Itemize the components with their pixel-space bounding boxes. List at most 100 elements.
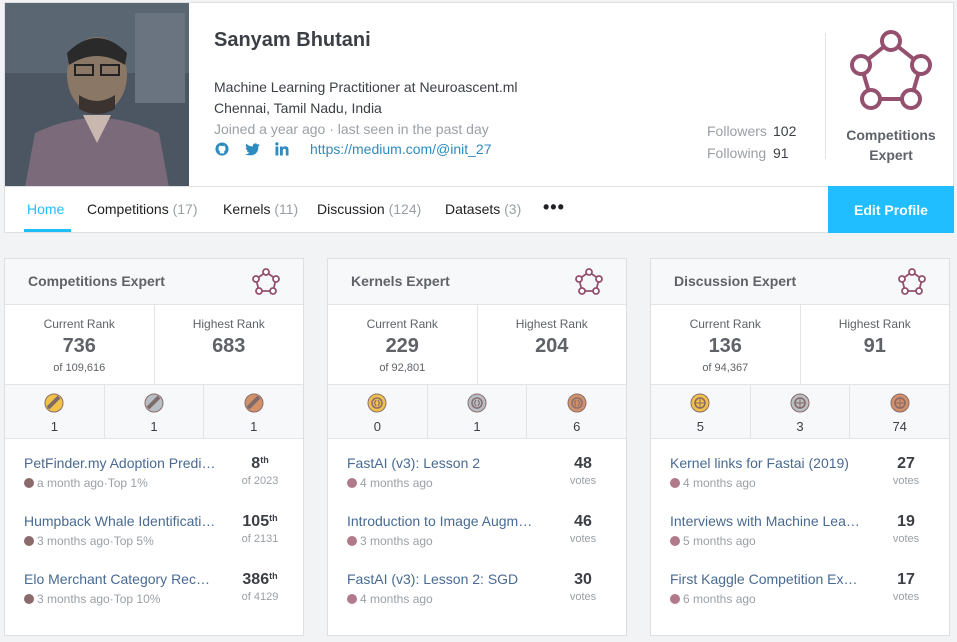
entry-title-link[interactable]: Kernel links for Fastai (2019) (670, 455, 862, 471)
entry-title-link[interactable]: Introduction to Image Augmentation (347, 513, 539, 529)
entry-stat: 30 votes (558, 571, 608, 603)
entry-stat: 48 votes (558, 455, 608, 487)
card-title[interactable]: Competitions Expert (28, 273, 165, 289)
entry-stat: 46 votes (558, 513, 608, 545)
rank-stats: Current Rank 736 of 109,616 Highest Rank… (5, 305, 303, 385)
edit-profile-button[interactable]: Edit Profile (828, 186, 954, 233)
entry-stat-suffix: th (269, 571, 278, 581)
tab-home[interactable]: Home (27, 201, 64, 217)
entry-meta: 5 months ago (670, 534, 756, 548)
linkedin-icon[interactable] (274, 141, 290, 157)
tier-icon (574, 267, 604, 302)
current-rank-value: 229 (385, 335, 419, 357)
github-icon[interactable] (214, 141, 230, 157)
entry-stat-label: of 4129 (241, 591, 279, 603)
list-item: First Kaggle Competition Experience 6 mo… (670, 555, 931, 613)
entry-meta-text: 3 months ago·Top 10% (37, 592, 161, 606)
card-title[interactable]: Kernels Expert (351, 273, 450, 289)
list-item: Humpback Whale Identification 3 months a… (24, 497, 285, 555)
entry-stat-number: 46 (574, 513, 592, 530)
silver-medal-icon (428, 393, 527, 418)
entry-title-link[interactable]: First Kaggle Competition Experience (670, 571, 862, 587)
entry-title-link[interactable]: Humpback Whale Identification (24, 513, 216, 529)
card-header: Competitions Expert (5, 259, 303, 305)
entry-stat-number: 386 (242, 571, 270, 588)
entry-stat-value: 48 (558, 455, 608, 473)
followers-count: 102 (773, 123, 797, 139)
entry-meta-text: 5 months ago (683, 534, 756, 548)
entry-stat-value: 27 (881, 455, 931, 473)
entry-stat-label: of 2131 (241, 533, 279, 545)
medal-icon (24, 536, 34, 546)
entry-title-link[interactable]: Elo Merchant Category Recommendation (24, 571, 216, 587)
entry-stat-number: 27 (897, 455, 915, 472)
medal-count: 74 (892, 419, 907, 434)
entry-stat-value: 105th (235, 513, 285, 531)
following-label: Following (707, 145, 767, 161)
medal-count: 1 (50, 419, 58, 434)
tier-label-line2: Expert (869, 147, 913, 163)
entry-stat-value: 30 (558, 571, 608, 589)
entry-meta-text: 4 months ago (683, 476, 756, 490)
entry-meta-text: 4 months ago (360, 592, 433, 606)
list-item: Interviews with Machine Learning Heroes … (670, 497, 931, 555)
entry-stat-number: 19 (897, 513, 915, 530)
rank-total: of 94,367 (702, 362, 749, 374)
current-rank: Current Rank 229 of 92,801 (328, 305, 477, 384)
tab-discussion-label: Discussion (317, 201, 385, 217)
entry-stat-value: 8th (235, 455, 285, 473)
tab-competitions[interactable]: Competitions (17) (87, 201, 198, 217)
entry-stat-number: 48 (574, 455, 592, 472)
tab-datasets[interactable]: Datasets (3) (445, 201, 521, 217)
following-row[interactable]: Following 91 (707, 142, 796, 164)
entry-list: PetFinder.my Adoption Prediction a month… (5, 439, 303, 613)
entry-title-link[interactable]: PetFinder.my Adoption Prediction (24, 455, 216, 471)
website-link[interactable]: https://medium.com/@init_27 (310, 141, 492, 157)
entry-meta-text: 6 months ago (683, 592, 756, 606)
tier-badge-icon (845, 29, 939, 124)
rank-stats: Current Rank 229 of 92,801 Highest Rank … (328, 305, 626, 385)
medal-count: 6 (573, 419, 581, 434)
medal-icon (670, 478, 680, 488)
entry-title-link[interactable]: FastAI (v3): Lesson 2: SGD (347, 571, 539, 587)
entry-stat-number: 30 (574, 571, 592, 588)
highest-rank-label: Highest Rank (838, 317, 911, 331)
tier-icon (897, 267, 927, 302)
twitter-icon[interactable] (244, 141, 260, 157)
entry-title-link[interactable]: Interviews with Machine Learning Heroes (670, 513, 862, 529)
entry-stat-value: 386th (235, 571, 285, 589)
following-count: 91 (773, 145, 789, 161)
tier-icon (251, 267, 281, 302)
highest-rank-label: Highest Rank (192, 317, 265, 331)
medal-icon (670, 536, 680, 546)
entry-meta: 3 months ago·Top 10% (24, 592, 160, 606)
highest-rank: Highest Rank 204 (476, 305, 627, 384)
profile-bio: Machine Learning Practitioner at Neuroas… (214, 77, 518, 140)
medal-bronze: 1 (203, 385, 303, 438)
medal-icon (347, 478, 357, 488)
card-header: Discussion Expert (651, 259, 949, 305)
followers-row[interactable]: Followers 102 (707, 120, 796, 142)
tab-kernels[interactable]: Kernels (11) (223, 201, 298, 217)
tab-datasets-label: Datasets (445, 201, 501, 217)
current-rank-value: 736 (62, 335, 96, 357)
entry-title-link[interactable]: FastAI (v3): Lesson 2 (347, 455, 539, 471)
medal-bronze: 74 (849, 385, 949, 438)
medal-icon (347, 594, 357, 604)
entry-stat-number: 17 (897, 571, 915, 588)
entry-stat-label: votes (892, 591, 920, 603)
more-menu-button[interactable]: ••• (543, 197, 565, 218)
card-title[interactable]: Discussion Expert (674, 273, 796, 289)
entry-stat: 17 votes (881, 571, 931, 603)
medal-icon (24, 478, 34, 488)
tab-discussion[interactable]: Discussion (124) (317, 201, 421, 217)
followers-label: Followers (707, 123, 767, 139)
card-header: Kernels Expert (328, 259, 626, 305)
profile-name: Sanyam Bhutani (214, 29, 371, 51)
highest-rank-value: 204 (535, 335, 569, 357)
tab-competitions-label: Competitions (87, 201, 169, 217)
current-rank-label: Current Rank (689, 317, 761, 331)
medal-count: 1 (250, 419, 258, 434)
entry-meta: 4 months ago (347, 476, 433, 490)
medal-counts: 0 1 6 (328, 385, 626, 439)
